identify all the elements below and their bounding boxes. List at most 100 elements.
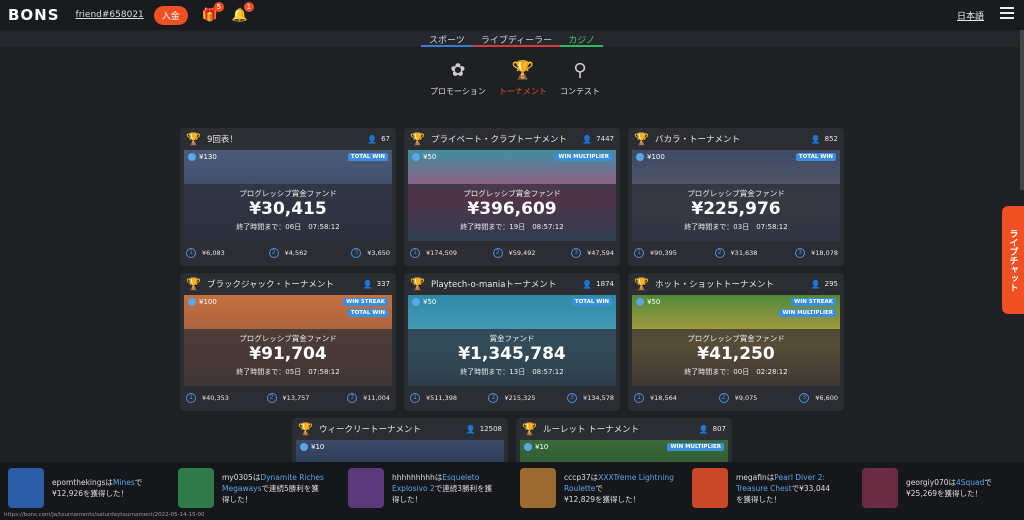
rank-1-icon: 1: [634, 393, 644, 403]
prize-2: 2 ¥31,638: [714, 248, 757, 258]
winner-item[interactable]: cccp37はXXXTreme Lightning Rouletteで ¥12,8…: [520, 468, 680, 508]
game-thumbnail[interactable]: [178, 468, 214, 508]
trophy-icon: 🏆: [410, 132, 425, 146]
coin-icon: [524, 443, 532, 451]
rank-1-icon: 1: [186, 248, 196, 258]
game-thumbnail[interactable]: [348, 468, 384, 508]
player-count: 👤 337: [362, 279, 390, 289]
winner-item[interactable]: megafinはPearl Diver 2: Treasure Chestで¥3…: [692, 468, 852, 508]
winners-ticker: epomthekingsはMinesで ¥12,926を獲得した！ my0305は…: [0, 462, 1024, 520]
fund-label: プログレッシブ賞金ファンド: [687, 189, 785, 198]
friend-id-link[interactable]: friend#658021: [76, 10, 144, 20]
prize-row: 1 ¥90,395 2 ¥31,638 3 ¥18,078: [634, 246, 838, 260]
mode-tag: TOTAL WIN: [571, 298, 612, 306]
tournament-card[interactable]: 🏆 バカラ・トーナメント 👤 852 ¥100 TOTAL WIN プログレッシブ…: [628, 128, 844, 266]
tournament-card[interactable]: 🏆 プライベート・クラブトーナメント 👤 7447 ¥50 WIN MULTIPL…: [404, 128, 620, 266]
player-count: 👤 67: [367, 134, 390, 144]
tab-live-dealer[interactable]: ライブディーラー: [472, 31, 561, 47]
prize-amount: ¥41,250: [697, 344, 775, 364]
tab-sports[interactable]: スポーツ: [420, 31, 473, 47]
subnav-contest[interactable]: ⚲ コンテスト: [560, 60, 600, 104]
card-header: 🏆 Playtech-o-maniaトーナメント 👤 1874: [404, 273, 620, 295]
gift-icon[interactable]: 🎁 5: [202, 2, 224, 23]
tournament-card[interactable]: 🏆 Playtech-o-maniaトーナメント 👤 1874 ¥50 TOTAL…: [404, 273, 620, 411]
tournament-card[interactable]: 🏆 9回表！ 👤 67 ¥130 TOTAL WIN プログレッシブ賞金ファンド …: [180, 128, 396, 266]
prize-1: 1 ¥6,083: [186, 248, 225, 258]
min-bet: ¥100: [188, 298, 217, 306]
coin-icon: [300, 443, 308, 451]
top-bar: BONS friend#658021 入金 🎁 5 🔔 1 日本語: [0, 0, 1024, 30]
card-title: ブラックジャック・トーナメント: [206, 280, 334, 290]
prize-row: 1 ¥40,353 2 ¥13,757 3 ¥11,004: [186, 391, 390, 405]
prize-1: 1 ¥40,353: [186, 393, 229, 403]
min-bet: ¥50: [412, 298, 436, 306]
subnav-promotion[interactable]: ✿ プロモーション: [430, 60, 486, 104]
live-chat-button[interactable]: ライブチャット: [1002, 206, 1024, 314]
gift-badge: 5: [213, 2, 224, 12]
card-title: Playtech-o-maniaトーナメント: [430, 280, 557, 290]
card-title: バカラ・トーナメント: [654, 135, 740, 145]
prize-row: 1 ¥18,564 2 ¥9,075 3 ¥6,600: [634, 391, 838, 405]
card-title: プライベート・クラブトーナメント: [430, 135, 567, 145]
tournament-card[interactable]: 🏆 ホット・ショットトーナメント 👤 295 ¥50 WIN STREAK WIN …: [628, 273, 844, 411]
rank-3-icon: 3: [795, 248, 806, 258]
prize-2: 2 ¥13,757: [266, 393, 309, 403]
winner-item[interactable]: georgiy070は4Squadで ¥25,269を獲得した！: [862, 468, 1022, 508]
card-image[interactable]: ¥50 WIN MULTIPLIER プログレッシブ賞金ファンド ¥396,60…: [408, 150, 616, 241]
subnav-label: トーナメント: [498, 87, 547, 96]
rank-2-icon: 2: [714, 248, 725, 258]
trophy-icon: 🏆: [634, 277, 649, 291]
game-thumbnail[interactable]: [862, 468, 898, 508]
mode-tag: TOTAL WIN: [347, 309, 388, 317]
trophy-icon: 🏆: [298, 422, 313, 436]
mode-tag: WIN STREAK: [791, 298, 836, 306]
tournament-card[interactable]: 🏆 ウィークリートーナメント 👤 12508 ¥10: [292, 418, 508, 468]
game-thumbnail[interactable]: [520, 468, 556, 508]
rank-1-icon: 1: [410, 248, 420, 258]
prize-1: 1 ¥18,564: [634, 393, 677, 403]
prize-3: 3 ¥6,600: [799, 393, 838, 403]
card-header: 🏆 ホット・ショットトーナメント 👤 295: [628, 273, 844, 295]
bell-icon[interactable]: 🔔 1: [232, 2, 254, 23]
countdown: 終了時間まで：00日 02:28:12: [684, 368, 788, 376]
subnav-tournament[interactable]: 🏆 トーナメント: [499, 60, 547, 104]
countdown: 終了時間まで：13日 08:57:12: [460, 368, 564, 376]
card-image[interactable]: ¥50 TOTAL WIN 賞金ファンド ¥1,345,784 終了時間まで：1…: [408, 295, 616, 386]
winner-item[interactable]: hhhhhhhhhはEsqueleto Explosivo 2で連続3勝利を獲得…: [348, 468, 508, 508]
rank-2-icon: 2: [492, 248, 503, 258]
card-header: 🏆 バカラ・トーナメント 👤 852: [628, 128, 844, 150]
rank-1-icon: 1: [410, 393, 420, 403]
tournament-card[interactable]: 🏆 ブラックジャック・トーナメント 👤 337 ¥100 WIN STREAK TO…: [180, 273, 396, 411]
min-bet: ¥130: [188, 153, 217, 161]
user-icon: 👤: [810, 279, 821, 289]
player-count: 👤 7447: [582, 134, 614, 144]
trophy-icon: 🏆: [511, 60, 535, 81]
prize-row: 1 ¥174,509 2 ¥59,492 3 ¥47,594: [410, 246, 614, 260]
min-bet: ¥50: [636, 298, 660, 306]
game-thumbnail[interactable]: [8, 468, 44, 508]
game-thumbnail[interactable]: [692, 468, 728, 508]
promo-icon: ✿: [450, 60, 466, 81]
card-header: 🏆 ウィークリートーナメント 👤 12508: [292, 418, 508, 440]
tournament-card[interactable]: 🏆 ルーレット トーナメント 👤 807 ¥10 WIN MULTIPLIER: [516, 418, 732, 468]
winner-item[interactable]: my0305はDynamite Riches Megawaysで連続5勝利を獲得…: [178, 468, 338, 508]
card-image[interactable]: ¥100 TOTAL WIN プログレッシブ賞金ファンド ¥225,976 終了…: [632, 150, 840, 241]
language-selector[interactable]: 日本語: [957, 9, 984, 22]
tab-casino[interactable]: カジノ: [560, 31, 604, 47]
user-icon: 👤: [582, 279, 593, 289]
subnav-label: プロモーション: [430, 87, 486, 96]
bell-badge: 1: [243, 2, 254, 12]
coin-icon: [636, 153, 644, 161]
trophy-icon: 🏆: [186, 132, 201, 146]
card-image[interactable]: ¥130 TOTAL WIN プログレッシブ賞金ファンド ¥30,415 終了時…: [184, 150, 392, 241]
deposit-button[interactable]: 入金: [153, 5, 188, 25]
min-bet: ¥50: [412, 153, 436, 161]
winner-item[interactable]: epomthekingsはMinesで ¥12,926を獲得した！: [8, 468, 168, 508]
scrollbar[interactable]: [1020, 30, 1024, 190]
prize-row: 1 ¥6,083 2 ¥4,562 3 ¥3,650: [186, 246, 390, 260]
card-image[interactable]: ¥50 WIN STREAK WIN MULTIPLIER プログレッシブ賞金ファ…: [632, 295, 840, 386]
rank-2-icon: 2: [268, 248, 279, 258]
hamburger-menu-icon[interactable]: [1000, 7, 1014, 21]
card-image[interactable]: ¥100 WIN STREAK TOTAL WIN プログレッシブ賞金ファンド ¥…: [184, 295, 392, 386]
logo[interactable]: BONS: [8, 6, 60, 24]
